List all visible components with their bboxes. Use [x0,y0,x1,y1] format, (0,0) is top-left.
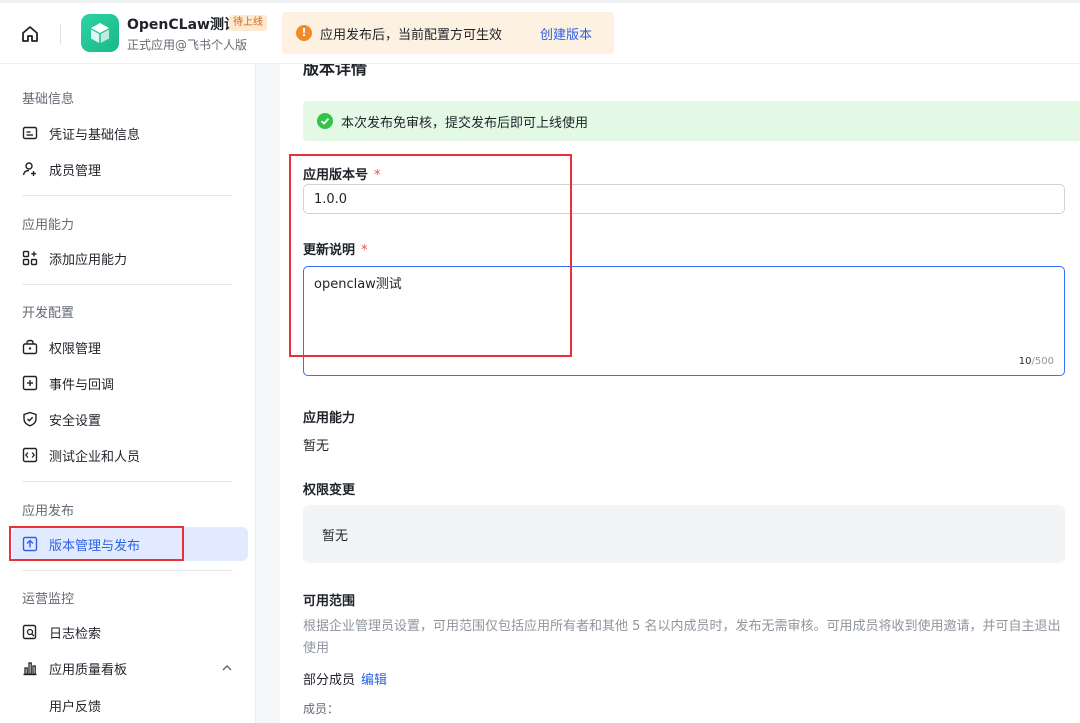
required-mark: * [374,168,381,183]
notes-label: 更新说明 * [303,239,368,258]
sidebar-item-events[interactable]: 事件与回调 [12,366,248,400]
release-notes-textarea[interactable]: openclaw测试 [304,267,1064,355]
scope-label: 可用范围 [303,594,356,609]
main-content: 版本详情 本次发布免审核，提交发布后即可上线使用 应用版本号 * 更新说明 * op… [280,64,1080,723]
sidebar-item-test-org[interactable]: 测试企业和人员 [12,438,248,472]
sidebar-item-label: 日志检索 [49,627,102,642]
sidebar-item-label: 权限管理 [49,342,102,357]
char-counter: 10/500 [1019,356,1054,367]
sidebar-item-permissions[interactable]: 权限管理 [12,330,248,364]
bar-chart-icon [23,662,37,676]
sidebar-item-label: 添加应用能力 [49,253,128,268]
top-header: OpenCLaw测试 待上线 正式应用@飞书个人版 ! 应用发布后，当前配置方可… [0,0,1080,64]
plus-square-icon [22,375,38,391]
scope-description: 根据企业管理员设置，可用范围仅包括应用所有者和其他 5 名以内成员时，发布无需审… [303,619,1061,656]
chevron-up-icon[interactable] [219,660,235,676]
cube-icon [91,23,109,43]
scope-value: 部分成员 [303,673,356,688]
sidebar: 基础信息 凭证与基础信息 成员管理 应用能力 添加应用能力 开发配置 权限管理 … [0,64,256,723]
capability-value: 暂无 [303,439,330,454]
section-divider [22,284,232,285]
sidebar-item-add-capability[interactable]: 添加应用能力 [12,241,248,275]
scope-edit-link[interactable]: 编辑 [361,673,387,688]
version-label-text: 应用版本号 [303,168,369,183]
sidebar-item-label: 应用质量看板 [49,663,128,678]
notice-text: 应用发布后，当前配置方可生效 [320,28,503,43]
sidebar-item-label: 凭证与基础信息 [49,128,141,143]
notes-label-text: 更新说明 [303,243,356,258]
char-max: /500 [1031,356,1054,367]
sidebar-item-label: 成员管理 [49,164,102,179]
app-name: OpenCLaw测试 [127,17,238,33]
release-notes-field[interactable]: openclaw测试 10/500 [303,266,1065,376]
app-logo [81,14,119,52]
sidebar-item-label: 测试企业和人员 [49,450,141,465]
version-input[interactable] [303,184,1065,214]
success-notice: 本次发布免审核，提交发布后即可上线使用 [303,101,1080,141]
scope-row: 部分成员 编辑 [303,669,387,688]
id-card-icon [22,126,38,140]
code-icon [22,447,38,463]
sidebar-subitem-user-feedback[interactable]: 用户反馈 [49,696,101,715]
permission-value: 暂无 [322,529,349,544]
log-search-icon [22,624,37,640]
warning-icon: ! [296,25,312,41]
sidebar-item-label: 版本管理与发布 [49,539,141,554]
permission-label: 权限变更 [303,483,356,498]
lock-icon [22,339,38,355]
sidebar-gutter [256,64,280,723]
permission-box: 暂无 [303,505,1065,563]
char-count: 10 [1018,356,1032,367]
section-title-release: 应用发布 [22,504,75,519]
page-title: 版本详情 [303,64,368,78]
create-version-link[interactable]: 创建版本 [540,24,592,43]
members-label: 成员： [303,702,340,716]
sidebar-item-security[interactable]: 安全设置 [12,402,248,436]
section-divider [22,481,232,482]
section-title-capability: 应用能力 [22,218,75,233]
sidebar-item-log-search[interactable]: 日志检索 [12,615,248,649]
add-grid-icon [22,250,38,266]
header-divider [60,24,61,44]
section-title-dev-config: 开发配置 [22,306,75,321]
check-circle-icon [317,113,333,129]
section-divider [22,195,232,196]
version-label: 应用版本号 * [303,164,381,183]
home-button[interactable] [14,20,46,48]
top-border [0,0,1080,3]
publish-notice: ! 应用发布后，当前配置方可生效 创建版本 [282,12,614,54]
sidebar-item-members[interactable]: 成员管理 [12,152,248,186]
sidebar-item-version-release[interactable]: 版本管理与发布 [12,527,248,561]
sidebar-item-label: 安全设置 [49,414,102,429]
home-icon [22,26,38,42]
required-mark: * [361,243,368,258]
section-title-basic: 基础信息 [22,92,75,107]
sidebar-item-label: 事件与回调 [49,378,115,393]
status-badge: 待上线 [229,15,267,31]
app-subtitle: 正式应用@飞书个人版 [127,38,248,52]
section-divider [22,570,232,571]
upload-icon [22,536,38,552]
user-add-icon [22,162,36,176]
success-text: 本次发布免审核，提交发布后即可上线使用 [341,116,589,131]
sidebar-item-credentials[interactable]: 凭证与基础信息 [12,116,248,150]
section-title-monitoring: 运营监控 [22,592,75,607]
sidebar-item-quality-board[interactable]: 应用质量看板 [12,651,248,685]
shield-icon [23,411,37,427]
capability-label: 应用能力 [303,411,356,426]
